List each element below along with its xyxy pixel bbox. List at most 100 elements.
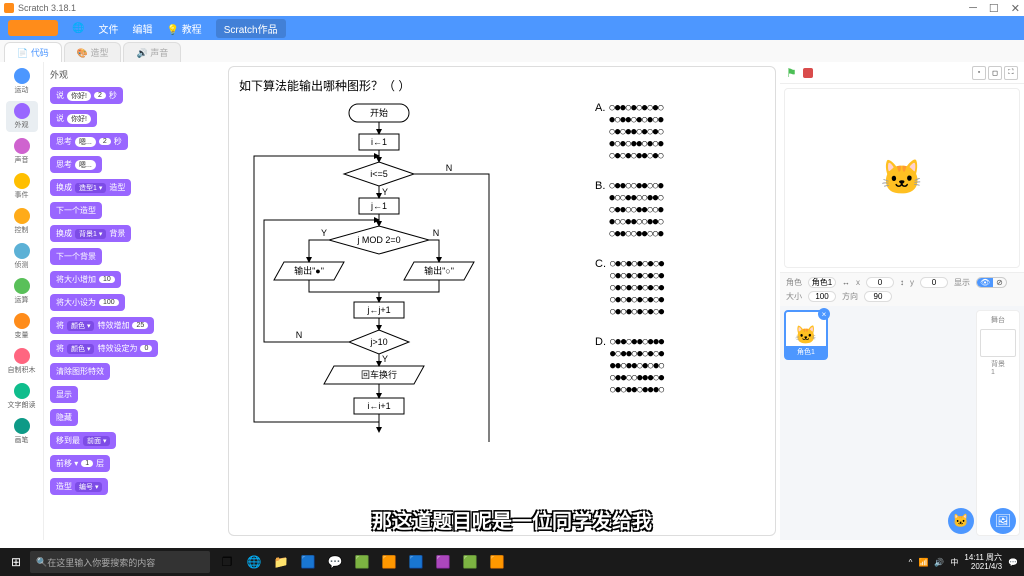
tab-sound[interactable]: 🔊 声音 <box>123 42 181 62</box>
stage-large-button[interactable]: ◻ <box>988 66 1002 80</box>
delete-sprite-icon[interactable]: × <box>818 308 830 320</box>
menu-tutorial[interactable]: 💡 教程 <box>166 21 201 36</box>
svg-text:N: N <box>433 228 440 238</box>
volume-icon[interactable]: 🔊 <box>934 558 944 567</box>
network-icon[interactable]: 📶 <box>918 558 928 567</box>
close-button[interactable]: ✕ <box>1011 2 1020 15</box>
tray-chevron-icon[interactable]: ^ <box>909 558 913 567</box>
maximize-button[interactable]: ☐ <box>989 2 999 15</box>
stage-area: ⚑ ▫ ◻ ⛶ 🐱 角色 ↔x ↕y 显示 👁⊘ 大小 方向 <box>780 62 1024 540</box>
svg-text:j←j+1: j←j+1 <box>366 305 390 315</box>
scratch-task-icon[interactable]: 🟧 <box>484 548 510 576</box>
add-sprite-button[interactable]: 🐱 <box>948 508 974 534</box>
script-area[interactable]: 如下算法能输出哪种图形？（ ） <box>228 66 776 536</box>
block[interactable]: 思考 嗯... <box>50 156 102 173</box>
category-运算[interactable]: 运算 <box>6 276 38 307</box>
svg-text:回车换行: 回车换行 <box>361 369 397 380</box>
scratch-logo <box>8 20 58 36</box>
taskbar-search[interactable]: 🔍 在这里输入你要搜索的内容 <box>30 551 210 573</box>
block[interactable]: 换成 造型1 ▾ 造型 <box>50 179 131 196</box>
block[interactable]: 说 你好! 2 秒 <box>50 87 123 104</box>
block[interactable]: 将 颜色 ▾ 特效设定为 0 <box>50 340 158 357</box>
block[interactable]: 将 颜色 ▾ 特效增加 25 <box>50 317 154 334</box>
block[interactable]: 显示 <box>50 386 78 403</box>
block[interactable]: 将大小增加 10 <box>50 271 121 288</box>
ime-icon[interactable]: 中 <box>950 557 958 568</box>
green-flag-icon[interactable]: ⚑ <box>786 66 797 80</box>
svg-text:Y: Y <box>382 187 388 197</box>
task-view-icon[interactable]: ❐ <box>214 548 240 576</box>
category-画笔[interactable]: 画笔 <box>6 416 38 447</box>
visibility-toggle[interactable]: 👁⊘ <box>976 277 1007 288</box>
category-文字朗读[interactable]: 文字朗读 <box>6 381 38 412</box>
editor-tabs: 📄 代码 🎨 造型 🔊 声音 <box>0 40 1024 62</box>
block[interactable]: 思考 嗯... 2 秒 <box>50 133 128 150</box>
tab-code[interactable]: 📄 代码 <box>4 42 62 62</box>
sprite-info-panel: 角色 ↔x ↕y 显示 👁⊘ 大小 方向 <box>780 272 1024 306</box>
start-button[interactable]: ⊞ <box>2 548 30 576</box>
svg-text:j MOD 2=0: j MOD 2=0 <box>356 235 400 245</box>
block[interactable]: 下一个背景 <box>50 248 102 265</box>
sprite-name-input[interactable] <box>808 277 836 288</box>
svg-text:开始: 开始 <box>370 107 388 118</box>
block[interactable]: 换成 背景1 ▾ 背景 <box>50 225 131 242</box>
excel-icon[interactable]: 🟩 <box>349 548 375 576</box>
svg-text:j>10: j>10 <box>369 337 387 347</box>
fullscreen-button[interactable]: ⛶ <box>1004 66 1018 80</box>
app-icon-4[interactable]: 🟩 <box>457 548 483 576</box>
clock[interactable]: 14:11 周六 2021/4/3 <box>964 553 1002 571</box>
block[interactable]: 将大小设为 100 <box>50 294 125 311</box>
category-自制积木[interactable]: 自制积木 <box>6 346 38 377</box>
minimize-button[interactable]: ─ <box>969 2 977 15</box>
category-声音[interactable]: 声音 <box>6 136 38 167</box>
windows-taskbar: ⊞ 🔍 在这里输入你要搜索的内容 ❐ 🌐 📁 🟦 💬 🟩 🟧 🟦 🟪 🟩 🟧 ^… <box>0 548 1024 576</box>
sprite-cat[interactable]: 🐱 <box>881 158 923 198</box>
block[interactable]: 隐藏 <box>50 409 78 426</box>
block-categories: 运动外观声音事件控制侦测运算变量自制积木文字朗读画笔 <box>0 62 44 540</box>
category-事件[interactable]: 事件 <box>6 171 38 202</box>
block[interactable]: 前移 ▾ 1 层 <box>50 455 110 472</box>
stage-canvas[interactable]: 🐱 <box>784 88 1020 268</box>
block[interactable]: 造型 编号 ▾ <box>50 478 108 495</box>
sprite-y-input[interactable] <box>920 277 948 288</box>
stop-icon[interactable] <box>803 68 813 78</box>
stage-small-button[interactable]: ▫ <box>972 66 986 80</box>
block-palette: 外观 说 你好! 2 秒说 你好! 思考 嗯... 2 秒思考 嗯... 换成 造型… <box>44 62 224 540</box>
block[interactable]: 清除图形特效 <box>50 363 110 380</box>
svg-text:输出"●": 输出"●" <box>294 265 324 276</box>
app-icon-2[interactable]: 💬 <box>322 548 348 576</box>
tab-costume[interactable]: 🎨 造型 <box>64 42 122 62</box>
sprite-dir-input[interactable] <box>864 291 892 302</box>
sprite-size-input[interactable] <box>808 291 836 302</box>
palette-title: 外观 <box>50 68 218 81</box>
category-运动[interactable]: 运动 <box>6 66 38 97</box>
sprite-list: × 🐱 角色1 舞台 背景1 <box>780 306 1024 540</box>
block[interactable]: 说 你好! <box>50 110 97 127</box>
menu-works[interactable]: Scratch作品 <box>216 19 286 38</box>
add-backdrop-button[interactable]: 🖼 <box>990 508 1016 534</box>
app-icon-3[interactable]: 🟪 <box>430 548 456 576</box>
notification-icon[interactable]: 💬 <box>1008 558 1018 567</box>
sprite-x-input[interactable] <box>866 277 894 288</box>
menu-edit[interactable]: 编辑 <box>132 21 152 36</box>
block[interactable]: 下一个造型 <box>50 202 102 219</box>
question-title: 如下算法能输出哪种图形？（ ） <box>239 77 765 94</box>
edge-icon[interactable]: 🌐 <box>241 548 267 576</box>
sprite-thumb[interactable]: × 🐱 角色1 <box>784 310 828 360</box>
category-侦测[interactable]: 侦测 <box>6 241 38 272</box>
powerpoint-icon[interactable]: 🟧 <box>376 548 402 576</box>
category-外观[interactable]: 外观 <box>6 101 38 132</box>
menu-file[interactable]: 文件 <box>98 21 118 36</box>
category-控制[interactable]: 控制 <box>6 206 38 237</box>
explorer-icon[interactable]: 📁 <box>268 548 294 576</box>
category-变量[interactable]: 变量 <box>6 311 38 342</box>
globe-icon[interactable]: 🌐 <box>72 23 84 34</box>
system-tray[interactable]: ^ 📶 🔊 中 14:11 周六 2021/4/3 💬 <box>909 553 1022 571</box>
app-icon-1[interactable]: 🟦 <box>295 548 321 576</box>
window-titlebar: Scratch 3.18.1 ─ ☐ ✕ <box>0 0 1024 16</box>
word-icon[interactable]: 🟦 <box>403 548 429 576</box>
stage-panel[interactable]: 舞台 背景1 <box>976 310 1020 536</box>
block[interactable]: 移到最 前面 ▾ <box>50 432 116 449</box>
svg-text:Y: Y <box>321 228 327 238</box>
question-document: 如下算法能输出哪种图形？（ ） <box>239 77 765 515</box>
